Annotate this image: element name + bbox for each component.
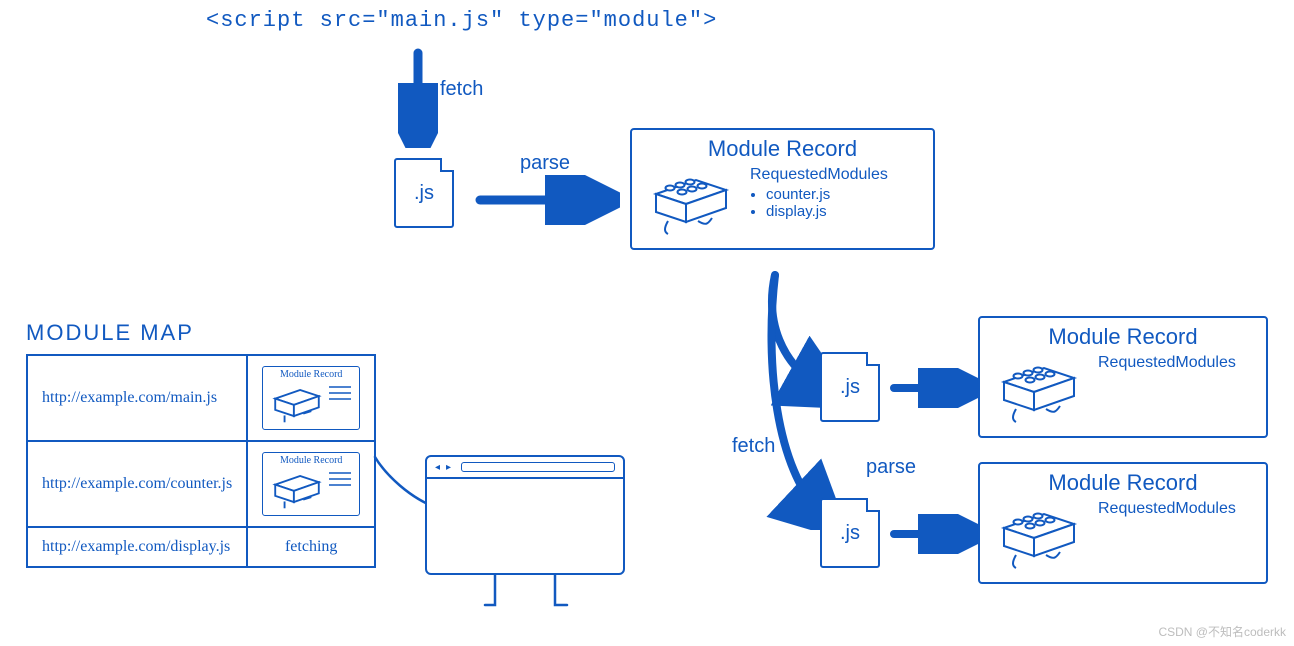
nav-back-icon: ◂ xyxy=(435,462,440,473)
map-url: http://example.com/display.js xyxy=(27,527,247,567)
mini-record-title: Module Record xyxy=(269,455,353,466)
brick-icon xyxy=(646,166,736,236)
table-row: http://example.com/display.js fetching xyxy=(27,527,375,567)
table-row: http://example.com/main.js Module Record xyxy=(27,355,375,441)
module-record-title: Module Record xyxy=(980,470,1266,496)
map-url: http://example.com/counter.js xyxy=(27,441,247,527)
module-record-title: Module Record xyxy=(632,136,933,162)
module-map-title: MODULE MAP xyxy=(26,320,376,346)
browser-legs-icon xyxy=(475,575,595,615)
module-map-table: http://example.com/main.js Module Record… xyxy=(26,354,376,568)
module-record-child-2: Module Record RequestedModules xyxy=(978,462,1268,584)
browser-window: ◂ ▸ xyxy=(425,455,625,575)
mini-module-record: Module Record xyxy=(262,366,360,430)
browser-url-bar xyxy=(461,462,615,472)
js-file-child2-label: .js xyxy=(840,522,860,545)
requested-modules-list: counter.js display.js xyxy=(750,186,888,220)
list-item: display.js xyxy=(766,203,888,220)
js-file-child-2: .js xyxy=(820,498,880,568)
brick-icon xyxy=(994,354,1084,424)
map-status: Module Record xyxy=(247,441,375,527)
js-file-child1-label: .js xyxy=(840,376,860,399)
module-map: MODULE MAP http://example.com/main.js Mo… xyxy=(26,320,376,568)
mini-lines-icon xyxy=(329,467,353,497)
parse-arrow-child2-icon xyxy=(888,514,978,554)
map-status: Module Record xyxy=(247,355,375,441)
browser-toolbar: ◂ ▸ xyxy=(427,457,623,479)
browser-character: ◂ ▸ xyxy=(425,455,645,610)
module-record-title: Module Record xyxy=(980,324,1266,350)
requested-modules-label: RequestedModules xyxy=(1098,354,1236,372)
module-record-child-1: Module Record RequestedModules xyxy=(978,316,1268,438)
table-row: http://example.com/counter.js Module Rec… xyxy=(27,441,375,527)
watermark: CSDN @不知名coderkk xyxy=(1158,623,1286,640)
brick-icon xyxy=(269,467,325,511)
nav-forward-icon: ▸ xyxy=(446,462,451,473)
fetch-arrow-down-icon xyxy=(398,48,438,148)
js-file-main: .js xyxy=(394,158,454,228)
mini-record-title: Module Record xyxy=(269,369,353,380)
fetch-label-top: fetch xyxy=(440,78,483,101)
brick-icon xyxy=(269,381,325,425)
mini-lines-icon xyxy=(329,381,353,411)
mini-module-record: Module Record xyxy=(262,452,360,516)
script-tag-code: <script src="main.js" type="module"> xyxy=(206,8,717,33)
fetch-label-mid: fetch xyxy=(732,435,775,458)
parse-arrow-icon xyxy=(470,175,620,225)
module-record-main: Module Record RequestedModules xyxy=(630,128,935,250)
brick-icon xyxy=(994,500,1084,570)
map-url: http://example.com/main.js xyxy=(27,355,247,441)
parse-label-top: parse xyxy=(520,152,570,175)
map-status-fetching: fetching xyxy=(247,527,375,567)
list-item: counter.js xyxy=(766,186,888,203)
requested-modules-label: RequestedModules xyxy=(1098,500,1236,518)
js-file-main-label: .js xyxy=(414,182,434,205)
js-file-child-1: .js xyxy=(820,352,880,422)
requested-modules-label: RequestedModules xyxy=(750,166,888,184)
parse-arrow-child1-icon xyxy=(888,368,978,408)
parse-label-mid: parse xyxy=(866,456,916,479)
